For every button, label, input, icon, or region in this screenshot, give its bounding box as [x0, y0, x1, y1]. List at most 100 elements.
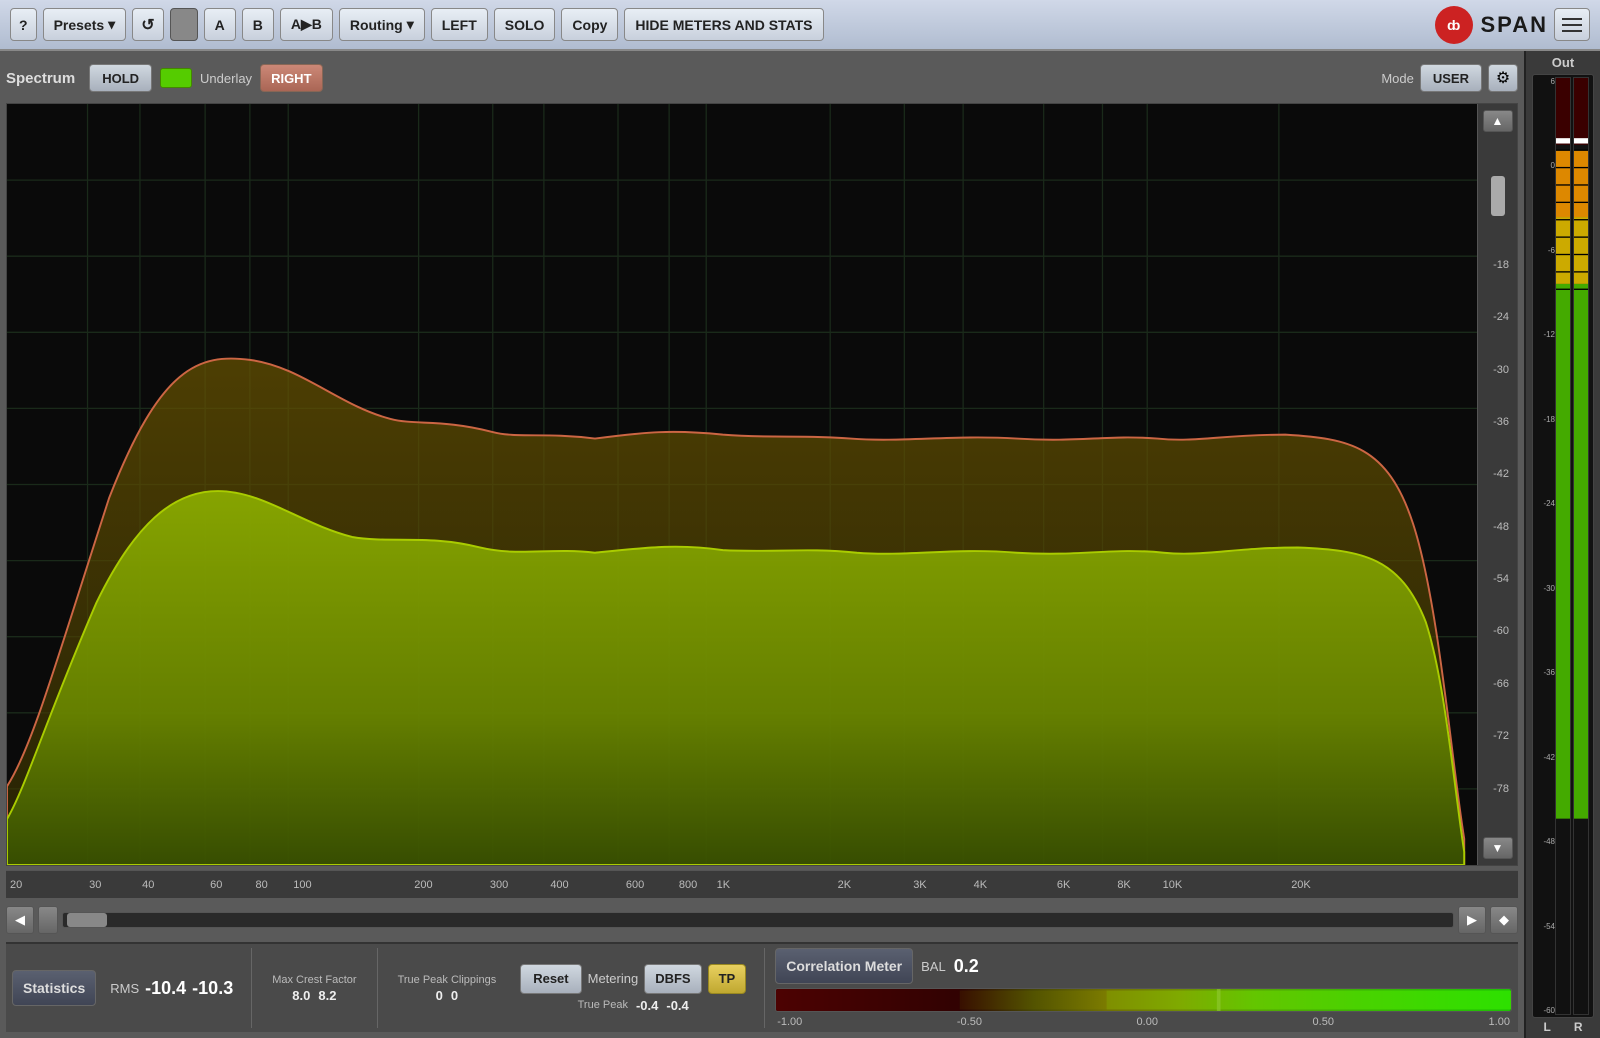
nav-left-button[interactable]: ◀	[6, 906, 34, 934]
corr-axis-p50: 0.50	[1313, 1016, 1334, 1028]
help-button[interactable]: ?	[10, 8, 37, 41]
true-peak-label: True Peak	[578, 999, 628, 1011]
gray-indicator[interactable]	[170, 8, 198, 41]
stats-divider-1	[251, 948, 252, 1028]
user-mode-button[interactable]: USER	[1420, 64, 1482, 92]
correlation-section: Correlation Meter BAL 0.2	[775, 948, 1512, 1028]
refresh-button[interactable]: ↺	[132, 8, 163, 41]
spectrum-display[interactable]: ▲ -18 -24 -30 -36 -42 -48 -54 -60 -66 -7…	[6, 103, 1518, 866]
db-scroll-up[interactable]: ▲	[1483, 110, 1513, 132]
freq-2k: 2K	[838, 879, 851, 891]
reset-button[interactable]: Reset	[520, 964, 581, 994]
presets-button[interactable]: Presets ▾	[43, 8, 127, 41]
statistics-section: Statistics	[12, 948, 96, 1028]
corr-axis-n50: -0.50	[957, 1016, 982, 1028]
vu-l-channel	[1555, 77, 1571, 1015]
nav-scroll-thumb	[67, 913, 107, 927]
rms-r-value: -10.3	[192, 978, 233, 999]
nav-right-button[interactable]: ▶	[1458, 906, 1486, 934]
freq-60: 60	[210, 879, 222, 891]
r-label: R	[1574, 1020, 1583, 1034]
clippings-label: True Peak Clippings	[398, 974, 497, 986]
lr-labels: L R	[1532, 1020, 1594, 1034]
freq-80: 80	[255, 879, 267, 891]
true-peak-r-value: -0.4	[666, 998, 688, 1013]
freq-100: 100	[293, 879, 311, 891]
a-button[interactable]: A	[204, 8, 236, 41]
copy-button[interactable]: Copy	[561, 8, 618, 41]
hide-meters-button[interactable]: HIDE METERS AND STATS	[624, 8, 823, 41]
bal-value: 0.2	[954, 956, 979, 977]
routing-label: Routing	[350, 17, 403, 33]
freq-6k: 6K	[1057, 879, 1070, 891]
green-indicator[interactable]	[160, 68, 192, 88]
true-peak-l-value: -0.4	[636, 998, 658, 1013]
db-label-54: -54	[1482, 573, 1513, 585]
db-label-78: -78	[1482, 783, 1513, 795]
routing-button[interactable]: Routing ▾	[339, 8, 425, 41]
crest-label: Max Crest Factor	[272, 974, 356, 986]
b-button[interactable]: B	[242, 8, 274, 41]
spectrum-svg	[7, 104, 1477, 865]
logo-badge: ȸ	[1435, 6, 1473, 44]
toolbar: ? Presets ▾ ↺ A B A▶B Routing ▾ LEFT SOL…	[0, 0, 1600, 51]
vu-scale-n48: -48	[1543, 837, 1555, 846]
statistics-row: Statistics RMS -10.4 -10.3 Max Crest Fac…	[6, 942, 1518, 1032]
corr-axis-0: 0.00	[1137, 1016, 1158, 1028]
vu-meter: 6 0 -6 -12 -18 -24 -30 -36 -42 -48 -54 -…	[1532, 74, 1594, 1018]
tp-button[interactable]: TP	[708, 964, 747, 994]
ab-button[interactable]: A▶B	[280, 8, 333, 41]
menu-button[interactable]	[1554, 8, 1590, 41]
db-scroll-down[interactable]: ▼	[1483, 837, 1513, 859]
left-panel: Spectrum HOLD Underlay RIGHT Mode USER ⚙	[0, 51, 1524, 1038]
crest-l-value: 8.0	[292, 988, 310, 1003]
freq-20: 20	[10, 879, 22, 891]
dbfs-button[interactable]: DBFS	[644, 964, 701, 994]
freq-1k: 1K	[717, 879, 730, 891]
right-button[interactable]: RIGHT	[260, 64, 322, 92]
rms-section: RMS -10.4 -10.3	[102, 948, 241, 1028]
db-scroll-thumb[interactable]	[1491, 176, 1505, 216]
corr-axis-n100: -1.00	[777, 1016, 802, 1028]
nav-scroll-track[interactable]	[62, 912, 1454, 928]
rms-label: RMS	[110, 981, 139, 996]
vu-scale-n54: -54	[1543, 922, 1555, 931]
underlay-label: Underlay	[200, 71, 252, 86]
hold-button[interactable]: HOLD	[89, 64, 152, 92]
logo-text: SPAN	[1481, 12, 1549, 38]
vu-scale: 6 0 -6 -12 -18 -24 -30 -36 -42 -48 -54 -…	[1535, 75, 1555, 1017]
corr-axis-p100: 1.00	[1489, 1016, 1510, 1028]
freq-400: 400	[550, 879, 568, 891]
out-label: Out	[1552, 55, 1574, 70]
right-panel: Out 6 0 -6 -12 -18 -24 -30 -36 -42 -48 -…	[1524, 51, 1600, 1038]
spectrum-header: Spectrum HOLD Underlay RIGHT Mode USER ⚙	[6, 57, 1518, 99]
solo-button[interactable]: SOLO	[494, 8, 556, 41]
db-label-66: -66	[1482, 678, 1513, 690]
correlation-label: Correlation Meter	[775, 948, 913, 984]
vu-scale-n24: -24	[1543, 499, 1555, 508]
db-label-48: -48	[1482, 521, 1513, 533]
mode-area: Mode USER ⚙	[1381, 64, 1518, 92]
vu-scale-n6: -6	[1548, 246, 1555, 255]
hamburger-line-2	[1562, 24, 1582, 26]
clippings-r-value: 0	[451, 988, 458, 1003]
freq-10k: 10K	[1163, 879, 1183, 891]
vu-scale-n18: -18	[1543, 415, 1555, 424]
db-scale: ▲ -18 -24 -30 -36 -42 -48 -54 -60 -66 -7…	[1477, 104, 1517, 865]
vu-scale-n36: -36	[1543, 668, 1555, 677]
nav-small-button[interactable]	[38, 906, 58, 934]
metering-row: Reset Metering DBFS TP	[520, 964, 746, 994]
correlation-axis: -1.00 -0.50 0.00 0.50 1.00	[775, 1016, 1512, 1028]
gear-button[interactable]: ⚙	[1488, 64, 1518, 92]
freq-20k: 20K	[1291, 879, 1311, 891]
freq-8k: 8K	[1117, 879, 1130, 891]
presets-label: Presets	[54, 17, 105, 33]
logo-symbol: ȸ	[1447, 17, 1460, 33]
freq-30: 30	[89, 879, 101, 891]
left-button[interactable]: LEFT	[431, 8, 488, 41]
freq-300: 300	[490, 879, 508, 891]
nav-diamond-button[interactable]: ◆	[1490, 906, 1518, 934]
spectrum-title: Spectrum	[6, 70, 75, 87]
metering-section: Reset Metering DBFS TP True Peak -0.4 -0…	[520, 948, 746, 1028]
logo-area: ȸ SPAN	[1435, 6, 1549, 44]
